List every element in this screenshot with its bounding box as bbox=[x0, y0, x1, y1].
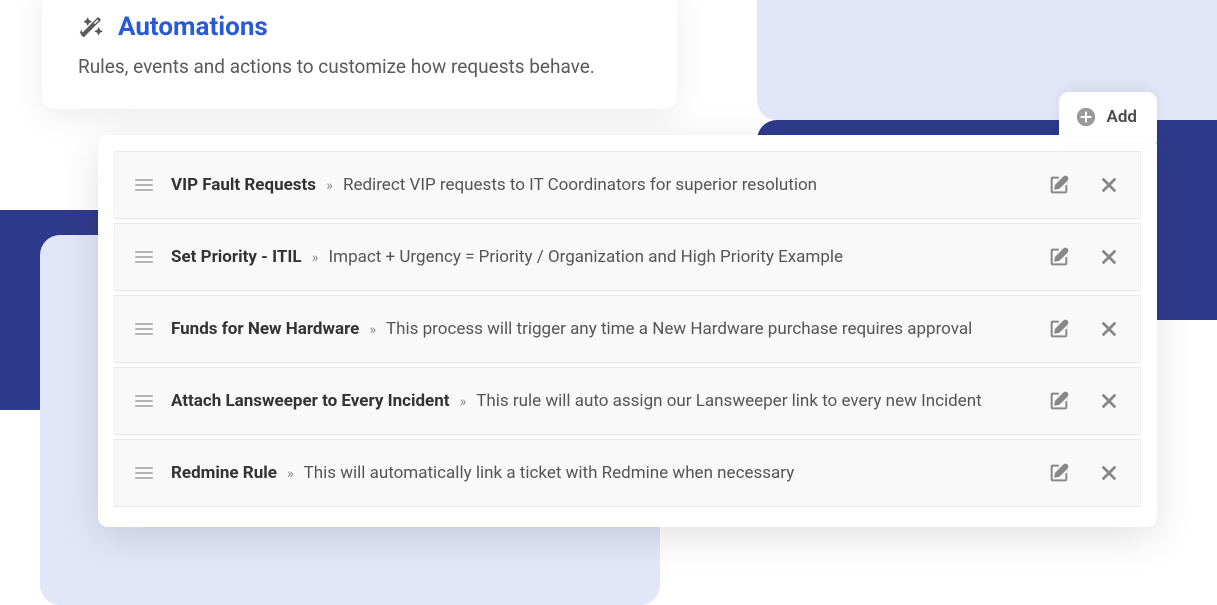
automation-row: VIP Fault Requests » Redirect VIP reques… bbox=[114, 151, 1141, 219]
edit-icon[interactable] bbox=[1048, 174, 1070, 196]
wand-icon bbox=[78, 14, 104, 40]
automation-text: Set Priority - ITIL » Impact + Urgency =… bbox=[171, 246, 1030, 268]
separator: » bbox=[460, 394, 467, 410]
automation-name: VIP Fault Requests bbox=[171, 175, 316, 195]
automation-name: Redmine Rule bbox=[171, 463, 277, 483]
edit-icon[interactable] bbox=[1048, 390, 1070, 412]
close-icon[interactable] bbox=[1098, 246, 1120, 268]
drag-handle-icon[interactable] bbox=[135, 323, 153, 335]
close-icon[interactable] bbox=[1098, 318, 1120, 340]
close-icon[interactable] bbox=[1098, 174, 1120, 196]
automation-description: This process will trigger any time a New… bbox=[386, 319, 972, 339]
drag-handle-icon[interactable] bbox=[135, 467, 153, 479]
automation-name: Set Priority - ITIL bbox=[171, 247, 302, 267]
automation-description: Impact + Urgency = Priority / Organizati… bbox=[329, 247, 844, 267]
automation-row: Set Priority - ITIL » Impact + Urgency =… bbox=[114, 223, 1141, 291]
automation-description: This will automatically link a ticket wi… bbox=[304, 463, 795, 483]
edit-icon[interactable] bbox=[1048, 246, 1070, 268]
plus-circle-icon bbox=[1075, 106, 1097, 128]
automation-name: Attach Lansweeper to Every Incident bbox=[171, 391, 450, 411]
automations-list: VIP Fault Requests » Redirect VIP reques… bbox=[98, 135, 1157, 527]
separator: » bbox=[326, 178, 333, 194]
close-icon[interactable] bbox=[1098, 390, 1120, 412]
automation-text: Attach Lansweeper to Every Incident » Th… bbox=[171, 390, 1030, 412]
separator: » bbox=[370, 322, 377, 338]
edit-icon[interactable] bbox=[1048, 318, 1070, 340]
automation-description: This rule will auto assign our Lansweepe… bbox=[476, 391, 981, 411]
automation-name: Funds for New Hardware bbox=[171, 319, 359, 339]
add-button-label: Add bbox=[1107, 107, 1138, 127]
add-button[interactable]: Add bbox=[1059, 92, 1158, 142]
drag-handle-icon[interactable] bbox=[135, 395, 153, 407]
separator: » bbox=[312, 250, 319, 266]
drag-handle-icon[interactable] bbox=[135, 179, 153, 191]
automation-text: VIP Fault Requests » Redirect VIP reques… bbox=[171, 174, 1030, 196]
automation-row: Funds for New Hardware » This process wi… bbox=[114, 295, 1141, 363]
edit-icon[interactable] bbox=[1048, 462, 1070, 484]
automation-text: Funds for New Hardware » This process wi… bbox=[171, 318, 1030, 340]
separator: » bbox=[287, 466, 294, 482]
automations-header-card: Automations Rules, events and actions to… bbox=[42, 0, 677, 109]
page-subtitle: Rules, events and actions to customize h… bbox=[78, 54, 641, 81]
automation-row: Redmine Rule » This will automatically l… bbox=[114, 439, 1141, 507]
automation-text: Redmine Rule » This will automatically l… bbox=[171, 462, 1030, 484]
automation-row: Attach Lansweeper to Every Incident » Th… bbox=[114, 367, 1141, 435]
page-title: Automations bbox=[118, 12, 268, 42]
automation-description: Redirect VIP requests to IT Coordinators… bbox=[343, 175, 817, 195]
drag-handle-icon[interactable] bbox=[135, 251, 153, 263]
close-icon[interactable] bbox=[1098, 462, 1120, 484]
